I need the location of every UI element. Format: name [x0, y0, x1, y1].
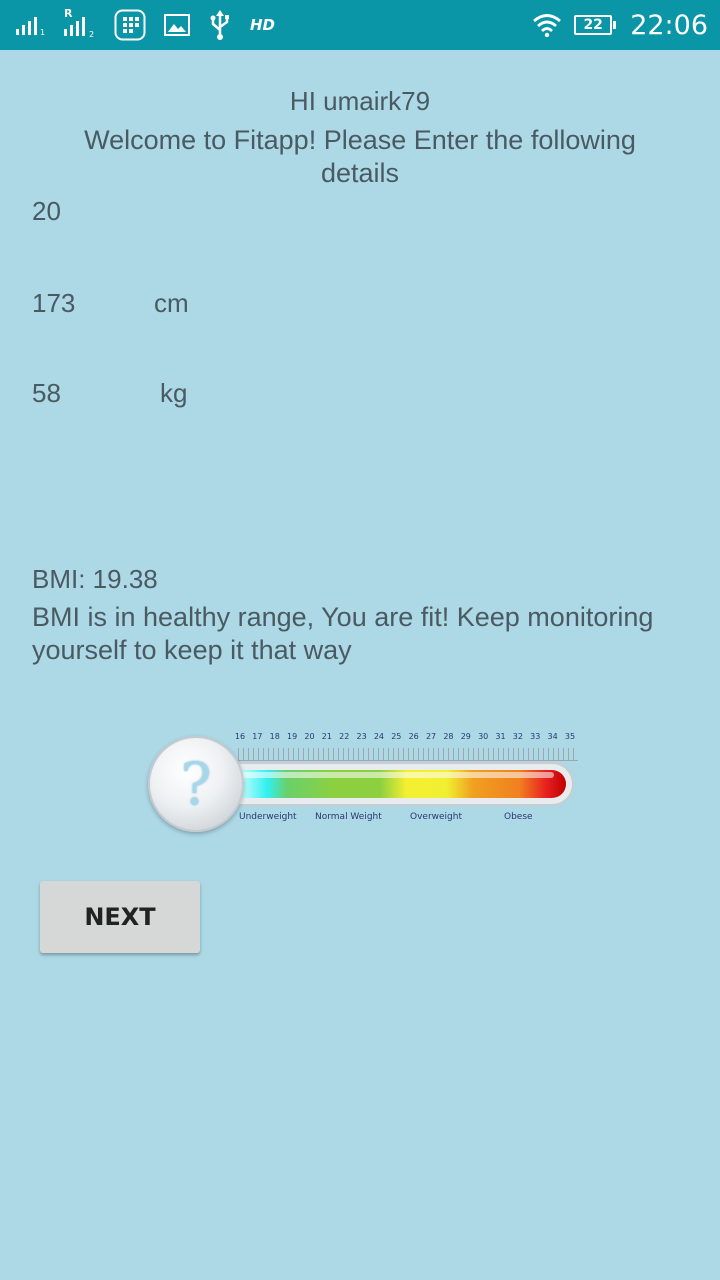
- bmi-scale-gloss: [236, 772, 554, 778]
- bmi-tick-label: 24: [373, 732, 385, 741]
- hd-icon: HD: [250, 16, 276, 34]
- battery-level: 22: [574, 15, 613, 35]
- range-label-obese: Obese: [504, 812, 533, 822]
- bmi-tick-label: 21: [321, 732, 332, 741]
- status-left: 1 2 R HD: [16, 7, 293, 42]
- wifi-icon: [532, 13, 562, 37]
- bmi-tick-label: 35: [564, 732, 576, 741]
- bmi-tick-label: 25: [391, 732, 402, 741]
- question-mark-icon: ?: [180, 750, 212, 818]
- signal-sim2-icon: 2 R: [64, 7, 96, 39]
- bmi-value-text: BMI: 19.38: [32, 564, 158, 594]
- bmi-tick-label: 33: [530, 732, 541, 741]
- weight-unit-label: kg: [160, 378, 188, 408]
- image-notification-icon: [164, 14, 190, 36]
- bmi-scale-tube: [224, 762, 574, 806]
- bmi-tick-label: 19: [287, 732, 298, 741]
- status-bar: 1 2 R HD 22 22:06: [0, 0, 720, 50]
- bmi-tick-label: 23: [356, 732, 367, 741]
- welcome-text: Welcome to Fitapp! Please Enter the foll…: [84, 125, 636, 188]
- bmi-tick-label: 34: [547, 732, 558, 741]
- bmi-tick-label: 22: [339, 732, 350, 741]
- bmi-scale-ticks: 16 17 18 19 20 21 22 23 24 25 26 27 28 29 30 31 32 33 34 35: [234, 726, 578, 764]
- bmi-tick-label: 26: [408, 732, 419, 741]
- bmi-scale-image: 16 17 18 19 20 21 22 23 24 25 26 27 28 29 30 31 32 33 34 35…: [144, 726, 584, 838]
- next-button[interactable]: NEXT: [40, 881, 200, 953]
- bmi-tick-label: 27: [425, 732, 437, 741]
- status-right: 22 22:06: [532, 8, 708, 42]
- age-field[interactable]: 20: [32, 196, 61, 227]
- greeting-text: HI umairk79: [289, 86, 431, 116]
- bmi-tick-label: 32: [512, 732, 523, 741]
- sim2-roaming-label: R: [64, 7, 73, 20]
- height-unit-label: cm: [154, 288, 189, 318]
- range-label-underweight: Underweight: [239, 812, 297, 822]
- bmi-tick-label: 30: [478, 732, 489, 741]
- bmi-scale-ruler: [238, 748, 578, 761]
- bmi-tick-label: 28: [443, 732, 454, 741]
- range-label-overweight: Overweight: [410, 812, 462, 822]
- bmi-tick-label: 29: [460, 732, 471, 741]
- bmi-indicator-bulb: ?: [148, 736, 244, 832]
- svg-text:1: 1: [40, 28, 45, 37]
- battery-icon: 22: [574, 15, 617, 35]
- bmi-message-text: BMI is in healthy range, You are fit! Ke…: [32, 602, 654, 665]
- bmi-tick-label: 20: [304, 732, 315, 741]
- status-clock: 22:06: [630, 9, 708, 41]
- bmi-tick-label: 16: [234, 732, 246, 741]
- bmi-tick-label: 17: [252, 732, 263, 741]
- usb-icon: [208, 10, 232, 40]
- weight-field[interactable]: 58: [32, 378, 61, 409]
- app-notification-icon: [114, 9, 146, 41]
- battery-tip: [613, 21, 617, 29]
- height-field[interactable]: 173: [32, 288, 75, 319]
- bmi-tick-label: 31: [495, 732, 506, 741]
- bmi-tick-label: 18: [269, 732, 280, 741]
- range-label-normal-weight: Normal Weight: [315, 812, 382, 822]
- svg-text:2: 2: [89, 30, 94, 39]
- signal-sim1-icon: 1: [16, 13, 46, 37]
